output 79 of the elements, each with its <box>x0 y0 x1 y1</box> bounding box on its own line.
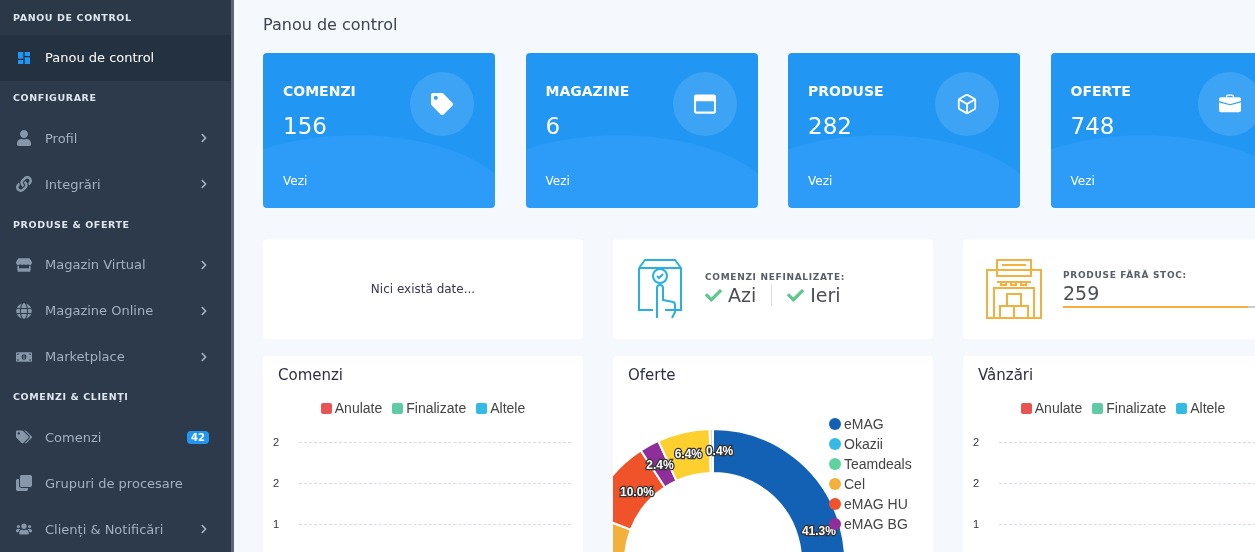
sidebar-item[interactable]: Comenzi 42 <box>0 414 231 460</box>
tags-icon <box>16 429 32 445</box>
axis-tick-label: 2 <box>273 436 280 448</box>
axis-tick-label: 1 <box>973 518 980 530</box>
legend-label: Cel <box>844 476 865 492</box>
section-heading: COMENZI & CLIENŢI <box>12 390 130 405</box>
stat-value: 748 <box>1070 113 1116 139</box>
stat-value: 282 <box>808 113 853 139</box>
sidebar-item[interactable]: Magazine Online <box>0 287 231 334</box>
legend-label: Teamdeals <box>844 456 912 472</box>
sidebar-item[interactable]: Panou de control <box>0 34 231 81</box>
legend-label: eMAG HU <box>844 496 908 512</box>
sidebar-item-label: Integrări <box>45 176 102 192</box>
sidebar-item[interactable]: Marketplace <box>0 333 231 380</box>
box-hand-icon <box>635 258 685 320</box>
user-icon <box>16 130 32 146</box>
store-icon <box>16 256 32 273</box>
sidebar-item-label: Magazine Online <box>45 303 155 318</box>
sidebar-item[interactable]: Clienți & Notificări <box>0 506 231 552</box>
stat-value: 156 <box>283 113 328 139</box>
empty-message: Nici există date... <box>370 282 476 296</box>
stat-title: PRODUSE <box>808 83 885 99</box>
slice-value-label: 10.0% <box>620 484 654 499</box>
chart-title: Comenzi <box>277 365 345 384</box>
legend-label: eMAG <box>844 416 884 432</box>
sidebar-item[interactable]: Grupuri de procesare <box>0 460 231 506</box>
globe-icon <box>16 302 32 319</box>
view-link[interactable]: Vezi <box>283 174 475 188</box>
sidebar-item[interactable]: Profil <box>0 115 231 161</box>
warehouse-icon <box>985 258 1043 320</box>
sidebar-item-label: Marketplace <box>45 349 126 364</box>
slice-value-label: 41.3% <box>801 524 836 539</box>
window-icon <box>693 93 716 115</box>
view-link[interactable]: Vezi <box>808 174 1000 188</box>
sidebar-item-label: Magazin Virtual <box>45 257 147 272</box>
dashboard-icon <box>16 49 32 66</box>
view-link[interactable]: Vezi <box>1070 174 1255 188</box>
section-heading: CONFIGURARE <box>12 91 98 106</box>
sidebar-item[interactable]: Magazin Virtual <box>0 241 231 288</box>
axis-tick-label: 2 <box>973 436 980 448</box>
stock-count: 259 <box>1063 282 1101 304</box>
slice-value-label: 6.4% <box>674 446 702 461</box>
page-title: Panou de control <box>263 14 399 36</box>
card-label: COMENZI NEFINALIZATE: <box>705 272 847 282</box>
legend-label: Finalizate <box>406 400 467 416</box>
sidebar-item-label: Clienți & Notificări <box>45 521 165 537</box>
copy-icon <box>16 475 32 491</box>
count-badge: 42 <box>187 430 209 444</box>
stat-value: 6 <box>545 113 562 139</box>
sidebar-item-label: Grupuri de procesare <box>45 475 184 491</box>
sidebar-item-label: Panou de control <box>45 50 156 65</box>
legend-label: Anulate <box>334 400 383 416</box>
stat-title: MAGAZINE <box>545 83 631 99</box>
briefcase-icon <box>1218 93 1241 115</box>
section-heading: PRODUSE & OFERTE <box>12 217 131 232</box>
card-label: PRODUSE FĂRĂ STOC: <box>1063 270 1188 280</box>
sidebar-item-label: Comenzi <box>45 429 103 445</box>
legend-label: Anulate <box>1034 400 1083 416</box>
stat-title: OFERTE <box>1070 83 1132 99</box>
users-icon <box>16 521 32 537</box>
link-icon <box>16 176 32 192</box>
axis-tick-label: 1 <box>273 518 280 530</box>
day-label: Ieri <box>810 284 841 306</box>
axis-tick-label: 2 <box>273 477 280 489</box>
legend-label: Okazii <box>844 436 883 452</box>
chart-title: Oferte <box>627 365 677 384</box>
cube-icon <box>956 93 978 115</box>
axis-tick-label: 2 <box>973 477 980 489</box>
sidebar-item[interactable]: Integrări <box>0 161 231 207</box>
chart-title: Vânzări <box>977 365 1035 384</box>
legend-label: Altele <box>1190 400 1226 416</box>
legend-label: Altele <box>490 400 526 416</box>
view-link[interactable]: Vezi <box>545 174 738 188</box>
sidebar-item-label: Profil <box>45 130 79 146</box>
stat-title: COMENZI <box>283 83 357 99</box>
legend-label: eMAG BG <box>844 516 908 532</box>
day-label: Azi <box>728 284 757 306</box>
legend-label: Finalizate <box>1106 400 1167 416</box>
tag-icon <box>431 93 453 115</box>
